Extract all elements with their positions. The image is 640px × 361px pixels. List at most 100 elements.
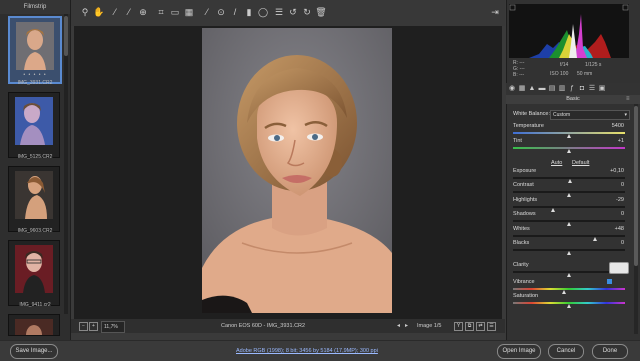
slider-value-blacks[interactable]: 0 xyxy=(600,240,624,246)
color-sampler-icon[interactable]: ⁄ xyxy=(123,6,135,18)
tone-curve-tab-icon[interactable]: ▦ xyxy=(518,85,526,93)
white-balance-label: White Balance: xyxy=(513,111,550,117)
hand-icon[interactable]: ✋ xyxy=(93,6,105,18)
graduated-filter-icon[interactable]: ▮ xyxy=(243,6,255,18)
filmstrip-scrollbar-thumb[interactable] xyxy=(64,16,68,56)
slider-knob-shadows[interactable] xyxy=(566,222,571,226)
basic-menu-icon[interactable]: ≡ xyxy=(626,95,630,104)
workflow-options-link[interactable]: Adobe RGB (1998); 8 bit; 3456 by 5184 (1… xyxy=(236,346,378,356)
filmstrip-thumb-2[interactable] xyxy=(8,92,60,158)
slider-knob-blacks[interactable] xyxy=(566,251,571,255)
slider-knob-exposure[interactable] xyxy=(567,179,572,183)
slider-knob-tint[interactable] xyxy=(566,149,571,153)
filmstrip-thumb-1[interactable]: • • • • • xyxy=(8,16,62,84)
slider-knob-whites[interactable] xyxy=(593,237,598,241)
open-image-button[interactable]: Open Image xyxy=(497,344,541,359)
filmstrip-thumb-3[interactable] xyxy=(8,166,60,232)
fullscreen-icon[interactable]: ⇥ xyxy=(489,6,501,18)
preview-photo[interactable] xyxy=(202,28,392,313)
crop-icon[interactable]: ⌗ xyxy=(155,6,167,18)
preview-preferences-icon[interactable]: ☰ xyxy=(487,322,496,331)
red-eye-icon[interactable]: ⊙ xyxy=(215,6,227,18)
targeted-adjust-icon[interactable]: ⊕ xyxy=(137,6,149,18)
done-button[interactable]: Done xyxy=(592,344,628,359)
detail-tab-icon[interactable]: ▲ xyxy=(528,85,536,93)
panel-scrollbar-thumb[interactable] xyxy=(634,106,638,266)
white-balance-value: Custom xyxy=(553,112,571,118)
thumbnail-image xyxy=(15,319,53,335)
image-counter: Image 1/5 xyxy=(417,323,442,329)
default-link[interactable]: Default xyxy=(572,160,589,166)
bottom-bar: Save Image... Adobe RGB (1998); 8 bit; 3… xyxy=(0,340,640,361)
zoom-level-select[interactable]: 11,7% xyxy=(101,321,125,333)
slider-label-highlights: Highlights xyxy=(513,197,538,203)
slider-track-whites[interactable] xyxy=(513,235,625,237)
zoom-icon[interactable]: ⚲ xyxy=(79,6,91,18)
rotate-left-icon[interactable]: ↺ xyxy=(287,6,299,18)
adjustment-brush-icon[interactable]: / xyxy=(229,6,241,18)
zoom-out-button[interactable]: − xyxy=(79,322,88,331)
slider-value-temperature[interactable]: 5400 xyxy=(600,123,624,129)
white-balance-select[interactable]: Custom ▾ xyxy=(550,110,630,120)
prev-image-icon[interactable]: ◂ xyxy=(397,319,400,333)
slider-value-contrast[interactable]: 0 xyxy=(600,182,624,188)
chevron-down-icon: ▾ xyxy=(624,112,627,118)
rating-stars[interactable]: • • • • • xyxy=(10,72,60,78)
transform-icon[interactable]: ▦ xyxy=(183,6,195,18)
zoom-level: 11,7% xyxy=(104,324,118,330)
slider-track-vibrance[interactable] xyxy=(513,288,625,290)
camera-calibration-tab-icon[interactable]: ◘ xyxy=(578,85,586,93)
auto-link[interactable]: Auto xyxy=(551,160,562,166)
slider-value-shadows[interactable]: 0 xyxy=(600,211,624,217)
thumbnail-image xyxy=(15,171,53,219)
slider-knob-vibrance[interactable] xyxy=(562,290,567,294)
snapshots-tab-icon[interactable]: ▣ xyxy=(598,85,606,93)
presets-tab-icon[interactable]: ☰ xyxy=(588,85,596,93)
slider-track-highlights[interactable] xyxy=(513,206,625,208)
white-balance-icon[interactable]: ⁄ xyxy=(109,6,121,18)
fx-tab-icon[interactable]: ƒ xyxy=(568,85,576,93)
slider-label-contrast: Contrast xyxy=(513,182,534,188)
split-toning-tab-icon[interactable]: ▤ xyxy=(548,85,556,93)
slider-label-temperature: Temperature xyxy=(513,123,544,129)
thumbnail-image xyxy=(15,245,53,293)
focal-length: 50 mm xyxy=(577,71,593,77)
save-image-button[interactable]: Save Image... xyxy=(10,344,58,359)
slider-label-whites: Whites xyxy=(513,226,530,232)
preferences-icon[interactable]: ☰ xyxy=(273,6,285,18)
slider-value-tint[interactable]: +1 xyxy=(600,138,624,144)
swap-settings-icon[interactable]: ⇄ xyxy=(476,322,485,331)
slider-knob-saturation[interactable] xyxy=(566,304,571,308)
next-image-icon[interactable]: ▸ xyxy=(405,319,408,333)
filmstrip-thumb-5[interactable] xyxy=(8,314,60,336)
thumb-label-4: IMG_9411.cr2 xyxy=(19,302,51,308)
lens-tab-icon[interactable]: ▥ xyxy=(558,85,566,93)
clarity-tooltip-icon xyxy=(609,262,629,274)
vibrance-indicator xyxy=(607,279,612,284)
slider-label-blacks: Blacks xyxy=(513,240,530,246)
rotate-right-icon[interactable]: ↻ xyxy=(301,6,313,18)
cancel-button[interactable]: Cancel xyxy=(548,344,584,359)
zoom-in-button[interactable]: + xyxy=(89,322,98,331)
thumbnail-image xyxy=(15,97,53,145)
slider-value-highlights[interactable]: -29 xyxy=(600,197,624,203)
before-after-icon[interactable]: ⧉ xyxy=(465,322,474,331)
radial-filter-icon[interactable]: ◯ xyxy=(257,6,269,18)
slider-value-whites[interactable]: +48 xyxy=(600,226,624,232)
basic-tab-icon[interactable]: ◉ xyxy=(508,85,516,93)
slider-knob-clarity[interactable] xyxy=(566,273,571,277)
histogram xyxy=(509,4,629,58)
straighten-icon[interactable]: ▭ xyxy=(169,6,181,18)
compare-y-icon[interactable]: Y xyxy=(454,322,463,331)
filmstrip-scrollbar[interactable] xyxy=(64,14,68,314)
filmstrip-thumb-4[interactable] xyxy=(8,240,60,306)
rgb-b: B: --- xyxy=(513,72,525,78)
trash-icon[interactable]: 🗑 xyxy=(315,6,327,18)
spot-removal-icon[interactable]: ⁄ xyxy=(201,6,213,18)
slider-value-exposure[interactable]: +0,10 xyxy=(600,168,624,174)
slider-knob-highlights[interactable] xyxy=(550,208,555,212)
hsl-tab-icon[interactable]: ▬ xyxy=(538,85,546,93)
thumb-label-1: IMG_3931.CR2 xyxy=(17,80,53,86)
slider-knob-temperature[interactable] xyxy=(566,134,571,138)
slider-knob-contrast[interactable] xyxy=(566,193,571,197)
